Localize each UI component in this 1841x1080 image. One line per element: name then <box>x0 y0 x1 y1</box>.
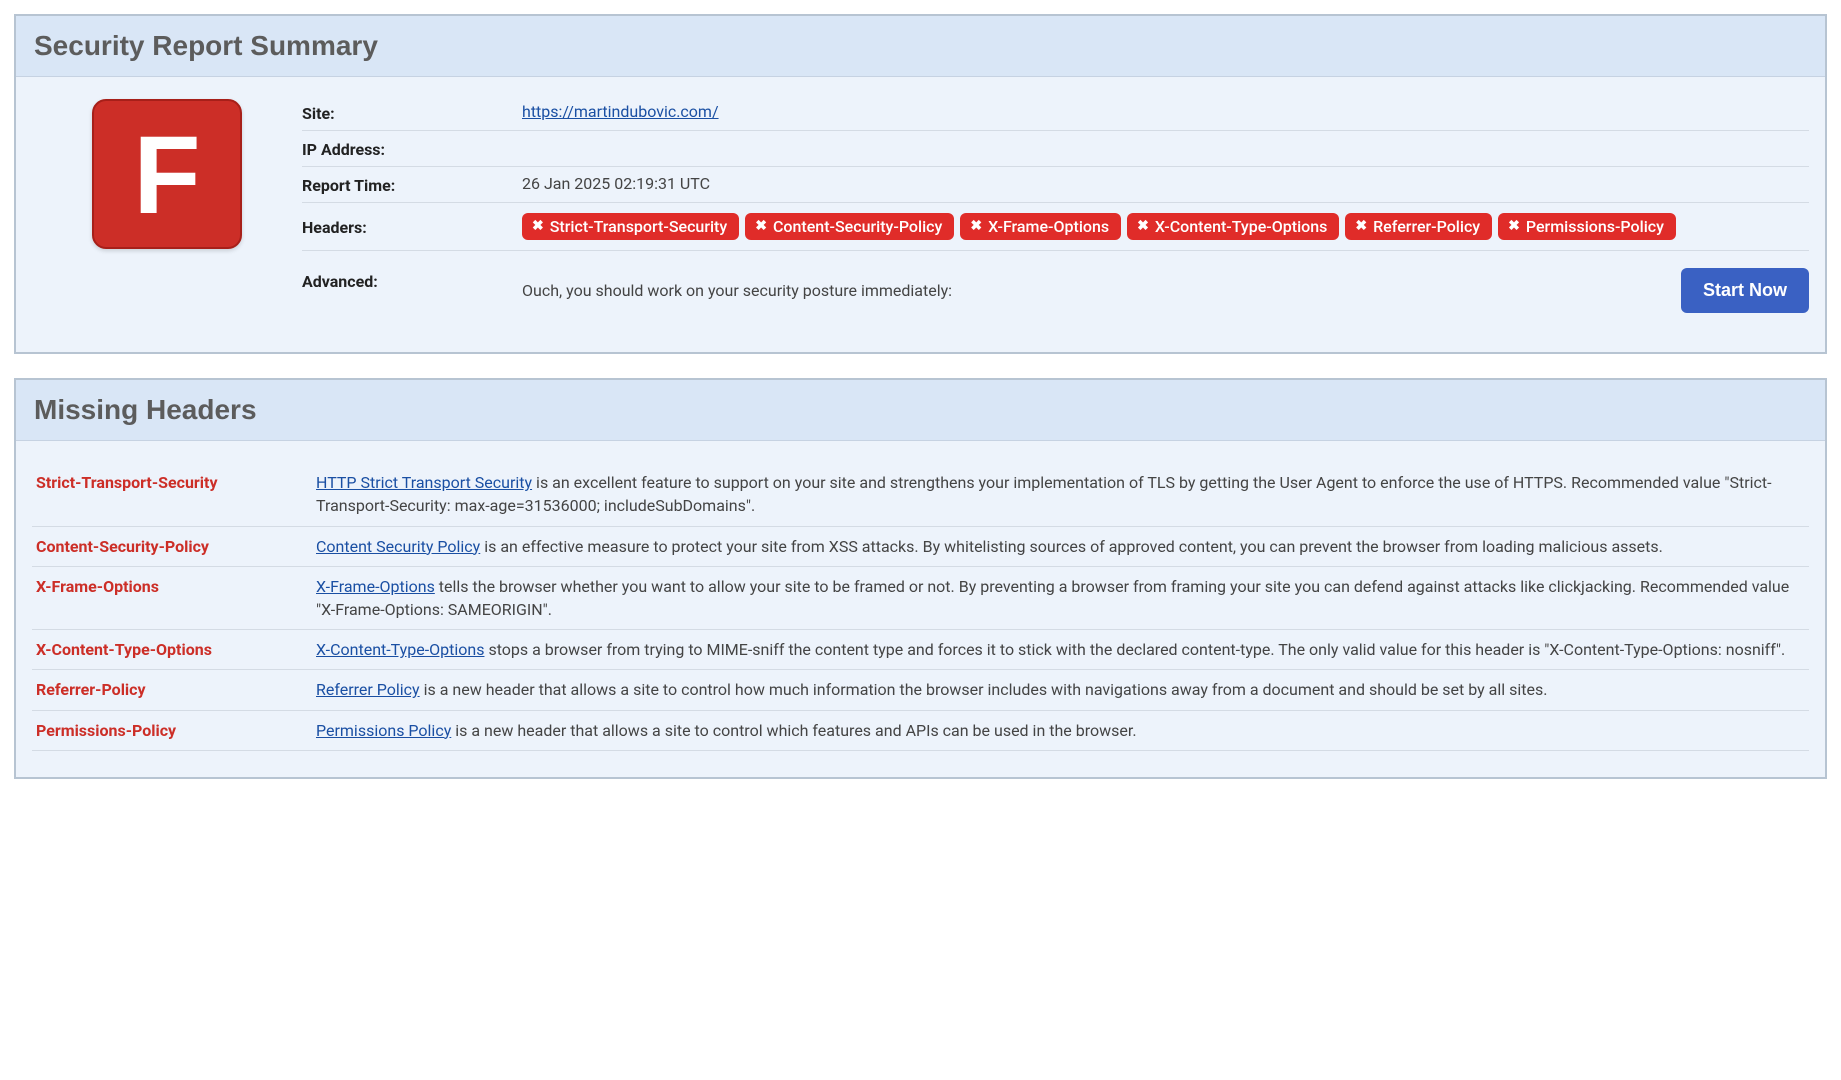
summary-row-ip: IP Address: <box>302 130 1809 166</box>
missing-header-name: Permissions-Policy <box>36 719 316 742</box>
summary-panel-header: Security Report Summary <box>16 16 1825 77</box>
missing-header-name: X-Frame-Options <box>36 575 316 621</box>
summary-row-site: Site: https://martindubovic.com/ <box>302 95 1809 130</box>
grade-column: F <box>32 95 302 249</box>
header-badge[interactable]: ✖ X-Content-Type-Options <box>1127 213 1339 240</box>
start-now-button[interactable]: Start Now <box>1681 268 1809 313</box>
header-badge-label: Content-Security-Policy <box>773 217 942 236</box>
header-badge[interactable]: ✖ Content-Security-Policy <box>745 213 954 240</box>
header-badge[interactable]: ✖ Referrer-Policy <box>1345 213 1492 240</box>
missing-header-row: X-Content-Type-OptionsX-Content-Type-Opt… <box>32 630 1809 670</box>
summary-panel: Security Report Summary F Site: https://… <box>14 14 1827 354</box>
advanced-label: Advanced: <box>302 258 522 291</box>
site-label: Site: <box>302 102 522 123</box>
header-badge-label: Referrer-Policy <box>1373 217 1480 236</box>
missing-headers-panel: Missing Headers Strict-Transport-Securit… <box>14 378 1827 779</box>
x-mark-icon: ✖ <box>1355 218 1367 235</box>
missing-header-name: Content-Security-Policy <box>36 535 316 558</box>
missing-header-link[interactable]: Content Security Policy <box>316 537 480 556</box>
grade-badge: F <box>92 99 242 249</box>
report-time-value: 26 Jan 2025 02:19:31 UTC <box>522 174 1809 193</box>
report-time-label: Report Time: <box>302 174 522 195</box>
x-mark-icon: ✖ <box>970 218 982 235</box>
missing-header-description: HTTP Strict Transport Security is an exc… <box>316 471 1805 517</box>
site-link[interactable]: https://martindubovic.com/ <box>522 102 719 121</box>
missing-header-name: Strict-Transport-Security <box>36 471 316 517</box>
summary-row-time: Report Time: 26 Jan 2025 02:19:31 UTC <box>302 166 1809 202</box>
missing-header-description: Referrer Policy is a new header that all… <box>316 678 1805 701</box>
header-badge[interactable]: ✖ Strict-Transport-Security <box>522 213 739 240</box>
missing-header-row: Permissions-PolicyPermissions Policy is … <box>32 711 1809 751</box>
missing-header-row: Referrer-PolicyReferrer Policy is a new … <box>32 670 1809 710</box>
summary-panel-body: F Site: https://martindubovic.com/ IP Ad… <box>16 77 1825 352</box>
missing-header-row: X-Frame-OptionsX-Frame-Options tells the… <box>32 567 1809 630</box>
missing-headers-body: Strict-Transport-SecurityHTTP Strict Tra… <box>16 441 1825 777</box>
headers-label: Headers: <box>302 216 522 237</box>
missing-header-name: X-Content-Type-Options <box>36 638 316 661</box>
summary-row-headers: Headers: ✖ Strict-Transport-Security ✖ Cont… <box>302 202 1809 250</box>
missing-header-link[interactable]: Permissions Policy <box>316 721 451 740</box>
header-badge-label: Permissions-Policy <box>1526 217 1664 236</box>
x-mark-icon: ✖ <box>532 218 544 235</box>
missing-header-name: Referrer-Policy <box>36 678 316 701</box>
x-mark-icon: ✖ <box>755 218 767 235</box>
missing-header-description: X-Frame-Options tells the browser whethe… <box>316 575 1805 621</box>
missing-headers-panel-title: Missing Headers <box>34 394 1807 426</box>
x-mark-icon: ✖ <box>1508 218 1520 235</box>
summary-panel-title: Security Report Summary <box>34 30 1807 62</box>
missing-header-description: Permissions Policy is a new header that … <box>316 719 1805 742</box>
advanced-text: Ouch, you should work on your security p… <box>522 281 952 300</box>
ip-label: IP Address: <box>302 138 522 159</box>
missing-headers-panel-header: Missing Headers <box>16 380 1825 441</box>
header-badge-label: Strict-Transport-Security <box>550 217 728 236</box>
missing-header-link[interactable]: X-Frame-Options <box>316 577 435 596</box>
missing-header-row: Strict-Transport-SecurityHTTP Strict Tra… <box>32 459 1809 526</box>
header-badge[interactable]: ✖ Permissions-Policy <box>1498 213 1676 240</box>
missing-header-link[interactable]: X-Content-Type-Options <box>316 640 484 659</box>
header-badge-label: X-Frame-Options <box>988 217 1109 236</box>
missing-header-row: Content-Security-PolicyContent Security … <box>32 527 1809 567</box>
summary-row-advanced: Advanced: Ouch, you should work on your … <box>302 250 1809 326</box>
header-badge-label: X-Content-Type-Options <box>1155 217 1328 236</box>
missing-header-link[interactable]: Referrer Policy <box>316 680 420 699</box>
x-mark-icon: ✖ <box>1137 218 1149 235</box>
missing-header-description: X-Content-Type-Options stops a browser f… <box>316 638 1805 661</box>
header-badge[interactable]: ✖ X-Frame-Options <box>960 213 1121 240</box>
missing-header-link[interactable]: HTTP Strict Transport Security <box>316 473 532 492</box>
summary-info-column: Site: https://martindubovic.com/ IP Addr… <box>302 95 1809 326</box>
header-badges-container: ✖ Strict-Transport-Security ✖ Content-Secur… <box>522 210 1809 243</box>
missing-header-description: Content Security Policy is an effective … <box>316 535 1805 558</box>
